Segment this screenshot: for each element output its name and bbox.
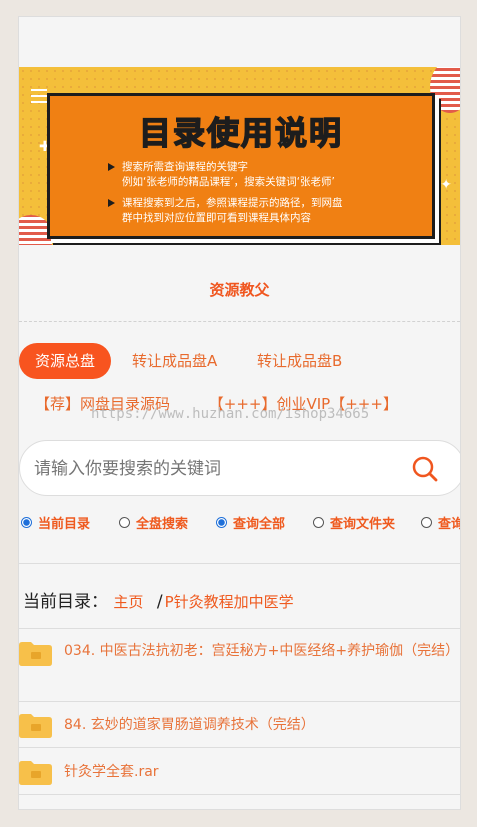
radio-query-more[interactable]: 查询 [421,513,460,532]
tab-transfer-b[interactable]: 转让成品盘B [257,343,342,379]
radio-query-folder[interactable]: 查询文件夹 [313,513,395,532]
divider [19,701,460,702]
page-frame: ✚ ✦ 目录使用说明 搜索所需查询课程的关键字 例如‘张老师的精品课程’，搜索关… [18,16,461,810]
radio-unchecked-icon [119,517,130,528]
list-item[interactable]: 84. 玄妙的道家胃肠道调养技术（完结） [19,712,460,752]
folder-icon [19,714,52,738]
divider [19,628,460,629]
folder-icon [19,642,52,666]
radio-checked-icon [216,517,227,528]
banner-panel: 目录使用说明 搜索所需查询课程的关键字 例如‘张老师的精品课程’，搜索关键词‘张… [47,93,435,239]
radio-current-dir[interactable]: 当前目录 [21,513,90,532]
instruction-banner: ✚ ✦ 目录使用说明 搜索所需查询课程的关键字 例如‘张老师的精品课程’，搜索关… [19,67,460,245]
tab-transfer-a[interactable]: 转让成品盘A [132,343,217,379]
folder-icon [19,761,52,785]
breadcrumb-current[interactable]: P针灸教程加中医学 [165,593,294,611]
site-title: 资源教父 [209,281,270,299]
search-icon[interactable] [410,454,440,484]
banner-instructions: 搜索所需查询课程的关键字 例如‘张老师的精品课程’，搜索关键词‘张老师’ 课程搜… [108,160,418,226]
banner-line: 群中找到对应位置即可看到课程具体内容 [122,212,311,224]
breadcrumb-home[interactable]: 主页 [113,593,143,611]
list-item-name[interactable]: 84. 玄妙的道家胃肠道调养技术（完结） [64,712,454,738]
breadcrumb: 当前目录： 主页 / P针灸教程加中医学 [23,587,294,612]
breadcrumb-label: 当前目录： [23,592,108,612]
search-options: 当前目录 全盘搜索 查询全部 查询文件夹 查询 [21,513,460,533]
banner-title: 目录使用说明 [138,113,343,153]
banner-line: 例如‘张老师的精品课程’，搜索关键词‘张老师’ [122,176,335,188]
tab-resource-main[interactable]: 资源总盘 [19,343,112,379]
search-bar [19,440,460,496]
banner-line: 搜索所需查询课程的关键字 [108,160,418,175]
divider [19,321,460,322]
watermark: https://www.huzhan.com/ishop34665 [91,406,370,422]
divider [19,747,460,748]
banner-line: 课程搜索到之后，参照课程提示的路径，到网盘 [108,196,418,211]
radio-query-all[interactable]: 查询全部 [216,513,285,532]
breadcrumb-separator: / [156,592,163,612]
tab-bar: 资源总盘 转让成品盘A 转让成品盘B [19,343,460,379]
radio-unchecked-icon [313,517,324,528]
list-item-name[interactable]: 针灸学全套.rar [64,759,454,785]
list-item[interactable]: 针灸学全套.rar [19,759,460,799]
radio-full-search[interactable]: 全盘搜索 [119,513,188,532]
search-input[interactable] [32,451,376,487]
menu-lines-icon [31,89,47,107]
radio-checked-icon [21,517,32,528]
sparkle-icon: ✦ [440,177,452,193]
list-item-name[interactable]: 034. 中医古法抗初老：宫廷秘方+中医经络+养护瑜伽（完结） [64,638,459,664]
divider [19,563,460,564]
radio-unchecked-icon [421,517,432,528]
list-item[interactable]: 034. 中医古法抗初老：宫廷秘方+中医经络+养护瑜伽（完结） [19,638,460,702]
divider [19,794,460,795]
